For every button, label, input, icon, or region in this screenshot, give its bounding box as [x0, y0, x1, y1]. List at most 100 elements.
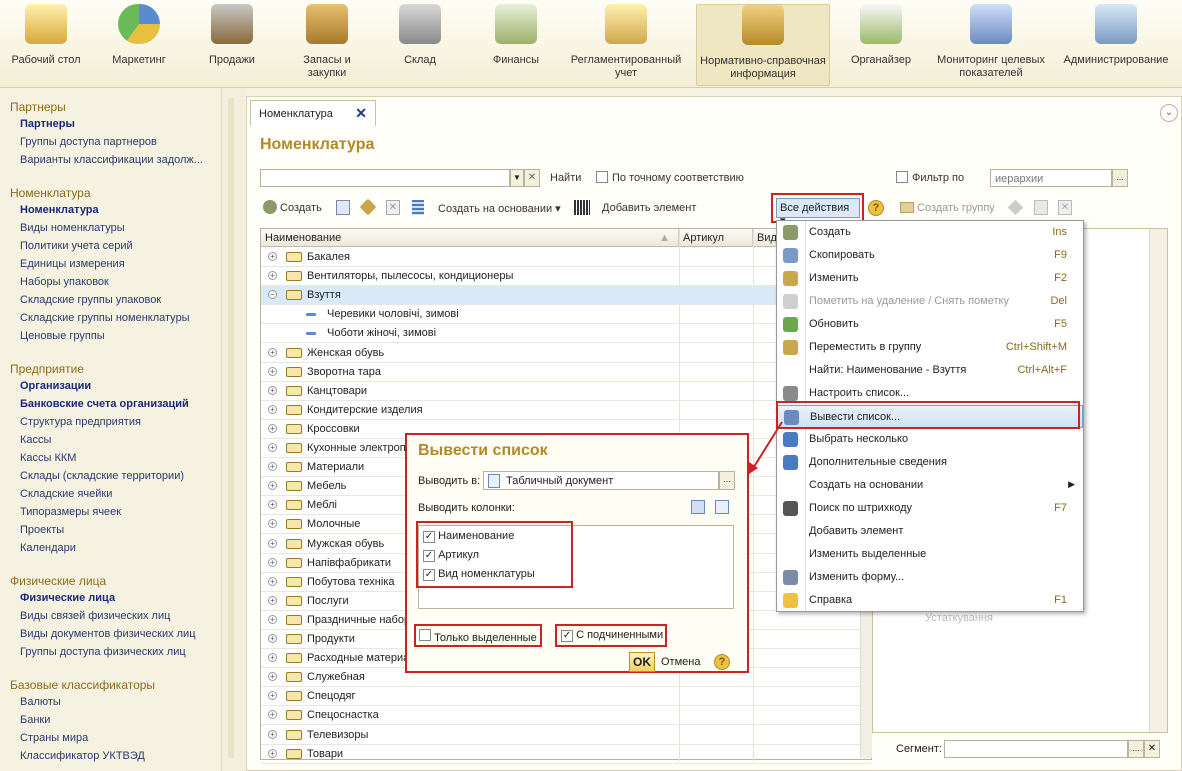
- ellipsis-icon[interactable]: ...: [719, 471, 735, 490]
- expand-icon[interactable]: +: [268, 576, 277, 586]
- filter-checkbox[interactable]: [896, 171, 908, 186]
- nav-item[interactable]: Единицы измерения: [20, 258, 125, 270]
- menu-item[interactable]: Переместить в группу Ctrl+Shift+M: [777, 336, 1083, 359]
- nav-item[interactable]: Типоразмеры ячеек: [20, 506, 121, 518]
- menu-item[interactable]: Создать Ins: [777, 221, 1083, 244]
- list-icon[interactable]: [412, 200, 424, 215]
- uncheck-all-icon[interactable]: [715, 500, 729, 514]
- sidebar-scrollbar[interactable]: [228, 98, 234, 758]
- nav-item[interactable]: Классификатор УКТВЭД: [20, 750, 145, 762]
- section-organizer[interactable]: Органайзер: [842, 4, 920, 67]
- expand-icon[interactable]: +: [268, 500, 277, 510]
- cancel-button[interactable]: Отмена: [661, 656, 700, 668]
- nav-item[interactable]: Валюты: [20, 696, 61, 708]
- section-finance[interactable]: Финансы: [476, 4, 556, 67]
- nav-item[interactable]: Складские ячейки: [20, 488, 112, 500]
- table-row[interactable]: + Спецодяг: [261, 687, 871, 707]
- column-checkbox-name[interactable]: ✓ Наименование: [423, 530, 514, 543]
- section-warehouse[interactable]: Склад: [384, 4, 456, 67]
- column-checkbox-kind[interactable]: ✓ Вид номенклатуры: [423, 568, 535, 581]
- with-children-checkbox[interactable]: ✓ С подчиненными: [561, 629, 663, 642]
- ellipsis-icon[interactable]: ...: [1128, 740, 1144, 758]
- nav-item[interactable]: Складские группы упаковок: [20, 294, 161, 306]
- expand-icon[interactable]: +: [268, 404, 277, 414]
- expand-icon[interactable]: +: [268, 462, 277, 472]
- nav-item[interactable]: Кассы ККМ: [20, 452, 76, 464]
- menu-item[interactable]: Дополнительные сведения: [777, 451, 1083, 474]
- help-icon[interactable]: ?: [714, 654, 730, 670]
- nav-item[interactable]: Виды связей физических лиц: [20, 610, 170, 622]
- nav-item-nomenclature[interactable]: Номенклатура: [20, 204, 99, 216]
- ellipsis-icon[interactable]: ...: [1112, 169, 1128, 187]
- only-selected-checkbox[interactable]: Только выделенные: [419, 629, 537, 644]
- menu-item[interactable]: Найти: Наименование - Взуття Ctrl+Alt+F: [777, 359, 1083, 382]
- create-button[interactable]: Создать: [280, 202, 322, 214]
- nav-item[interactable]: Склады (складские территории): [20, 470, 184, 482]
- section-desktop[interactable]: Рабочий стол: [10, 4, 82, 67]
- barcode-icon[interactable]: [574, 200, 590, 215]
- clear-icon[interactable]: ✕: [1144, 740, 1160, 758]
- expand-icon[interactable]: +: [268, 691, 277, 701]
- output-to-field[interactable]: Табличный документ: [483, 471, 719, 490]
- expand-icon[interactable]: +: [268, 271, 277, 281]
- expand-icon[interactable]: +: [268, 252, 277, 261]
- nav-item[interactable]: Группы доступа партнеров: [20, 136, 157, 148]
- nav-item-partners[interactable]: Партнеры: [20, 118, 75, 130]
- section-marketing[interactable]: Маркетинг: [100, 4, 178, 67]
- nav-item[interactable]: Политики учета серий: [20, 240, 133, 252]
- expand-icon[interactable]: +: [268, 366, 277, 376]
- section-monitoring[interactable]: Мониторинг целевых показателей: [932, 4, 1050, 80]
- menu-item[interactable]: Добавить элемент: [777, 520, 1083, 543]
- expand-icon[interactable]: +: [268, 423, 277, 433]
- col-header-article[interactable]: Артикул: [679, 229, 753, 247]
- close-icon[interactable]: ✕: [355, 105, 367, 122]
- nav-item[interactable]: Структура предприятия: [20, 416, 141, 428]
- help-icon[interactable]: ?: [868, 200, 884, 216]
- table-row[interactable]: + Спецоснастка: [261, 706, 871, 726]
- nav-item[interactable]: Виды номенклатуры: [20, 222, 125, 234]
- nav-item-bank-accounts[interactable]: Банковские счета организаций: [20, 398, 189, 410]
- expand-icon[interactable]: +: [268, 385, 277, 395]
- menu-item[interactable]: Обновить F5: [777, 313, 1083, 336]
- column-checkbox-article[interactable]: ✓ Артикул: [423, 549, 479, 562]
- nav-item[interactable]: Группы доступа физических лиц: [20, 646, 186, 658]
- expand-icon[interactable]: +: [268, 519, 277, 529]
- delete-mark-icon[interactable]: ✕: [386, 200, 400, 215]
- nav-item[interactable]: Проекты: [20, 524, 64, 536]
- section-inventory[interactable]: Запасы и закупки: [288, 4, 366, 80]
- ok-button[interactable]: OK: [629, 652, 655, 672]
- expand-icon[interactable]: +: [268, 710, 277, 720]
- exact-match-checkbox[interactable]: [596, 171, 608, 186]
- tree-item-equipment[interactable]: Устаткування: [925, 612, 993, 624]
- search-input[interactable]: [260, 169, 510, 187]
- check-all-icon[interactable]: [691, 500, 705, 514]
- section-administration[interactable]: Администрирование: [1058, 4, 1174, 67]
- menu-item[interactable]: Пометить на удаление / Снять пометку Del: [777, 290, 1083, 313]
- chevron-down-icon[interactable]: ⌄: [1160, 104, 1178, 122]
- expand-icon[interactable]: +: [268, 634, 277, 643]
- nav-item[interactable]: Календари: [20, 542, 76, 554]
- menu-item[interactable]: Создать на основании ▶: [777, 474, 1083, 497]
- expand-icon[interactable]: +: [268, 443, 277, 452]
- nav-item-persons[interactable]: Физические лица: [20, 592, 115, 604]
- create-group-button[interactable]: Создать группу: [917, 202, 995, 214]
- expand-icon[interactable]: +: [268, 481, 277, 491]
- tree-scrollbar[interactable]: [1149, 229, 1167, 732]
- collapse-icon[interactable]: −: [268, 290, 277, 300]
- expand-icon[interactable]: +: [268, 653, 277, 663]
- nav-item-organizations[interactable]: Организации: [20, 380, 91, 392]
- expand-icon[interactable]: +: [268, 614, 277, 624]
- menu-item[interactable]: Скопировать F9: [777, 244, 1083, 267]
- copy-icon[interactable]: [336, 200, 350, 215]
- expand-icon[interactable]: +: [268, 595, 277, 605]
- expand-icon[interactable]: +: [268, 557, 277, 567]
- menu-item[interactable]: Поиск по штрихкоду F7: [777, 497, 1083, 520]
- expand-icon[interactable]: +: [268, 538, 277, 548]
- expand-icon[interactable]: +: [268, 672, 277, 682]
- menu-item[interactable]: Изменить F2: [777, 267, 1083, 290]
- table-row[interactable]: + Телевизоры: [261, 726, 871, 745]
- nav-item[interactable]: Страны мира: [20, 732, 88, 744]
- table-row[interactable]: + Товари: [261, 745, 871, 764]
- add-element-button[interactable]: Добавить элемент: [602, 202, 696, 214]
- create-on-basis-button[interactable]: Создать на основании ▾: [438, 202, 561, 215]
